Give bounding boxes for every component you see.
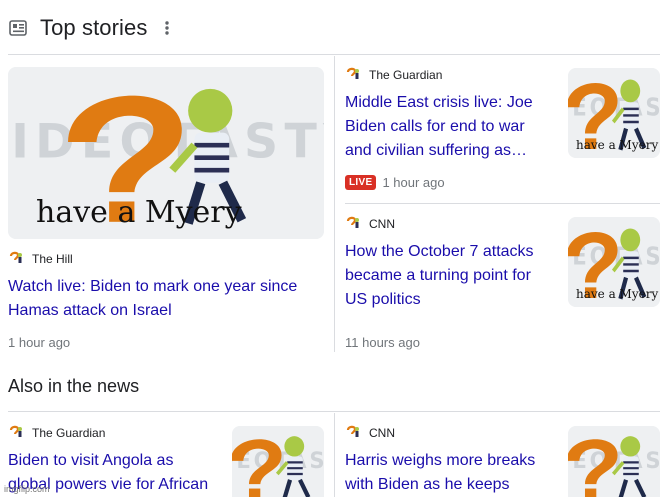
- column-divider: [334, 413, 335, 497]
- source-name: CNN: [369, 217, 395, 231]
- story-divider: [345, 203, 660, 204]
- top-stories-header: Top stories: [8, 14, 177, 42]
- timestamp: 1 hour ago: [8, 335, 71, 350]
- timestamp: 11 hours ago: [345, 335, 420, 350]
- section-divider: [8, 411, 660, 412]
- story-source[interactable]: The Guardian: [345, 67, 442, 83]
- story-time: 11 hours ago: [345, 335, 420, 350]
- source-logo-icon: [8, 251, 24, 267]
- header-divider: [8, 54, 660, 55]
- story-thumbnail[interactable]: [232, 426, 324, 497]
- story-headline[interactable]: Harris weighs more breaks with Biden as …: [345, 449, 551, 497]
- featured-headline[interactable]: Watch live: Biden to mark one year since…: [8, 275, 318, 323]
- featured-time: 1 hour ago: [8, 335, 70, 350]
- story-time: LIVE 1 hour ago: [345, 175, 445, 190]
- story-headline[interactable]: How the October 7 attacks became a turni…: [345, 240, 551, 312]
- source-name: The Hill: [32, 252, 73, 266]
- site-watermark: imgflip.com: [4, 484, 50, 494]
- story-thumbnail[interactable]: have a Myery: [568, 217, 660, 307]
- story-thumbnail[interactable]: have a Myery: [568, 68, 660, 158]
- newspaper-icon: [8, 18, 28, 38]
- thumbnail-caption: have a Myery: [36, 195, 242, 230]
- source-logo-icon: [345, 67, 361, 83]
- story-source[interactable]: The Guardian: [8, 425, 105, 441]
- section-title: Top stories: [40, 15, 148, 40]
- thumbnail-caption: have a Myery: [576, 287, 659, 301]
- also-in-news-title: Also in the news: [8, 376, 140, 396]
- featured-source[interactable]: The Hill: [8, 251, 73, 267]
- story-source[interactable]: CNN: [345, 216, 395, 232]
- story-source[interactable]: CNN: [345, 425, 395, 441]
- more-vert-icon[interactable]: [157, 16, 177, 40]
- column-divider: [334, 56, 335, 352]
- source-name: The Guardian: [32, 426, 106, 440]
- live-badge: LIVE: [345, 175, 377, 190]
- source-name: CNN: [369, 426, 395, 440]
- story-headline[interactable]: Middle East crisis live: Joe Biden calls…: [345, 91, 551, 163]
- source-logo-icon: [345, 425, 361, 441]
- source-logo-icon: [8, 425, 24, 441]
- thumbnail-caption: have a Myery: [576, 138, 659, 152]
- featured-thumbnail[interactable]: have a Myery: [8, 67, 324, 239]
- story-thumbnail[interactable]: [568, 426, 660, 497]
- timestamp: 1 hour ago: [382, 175, 445, 190]
- source-name: The Guardian: [369, 68, 443, 82]
- source-logo-icon: [345, 216, 361, 232]
